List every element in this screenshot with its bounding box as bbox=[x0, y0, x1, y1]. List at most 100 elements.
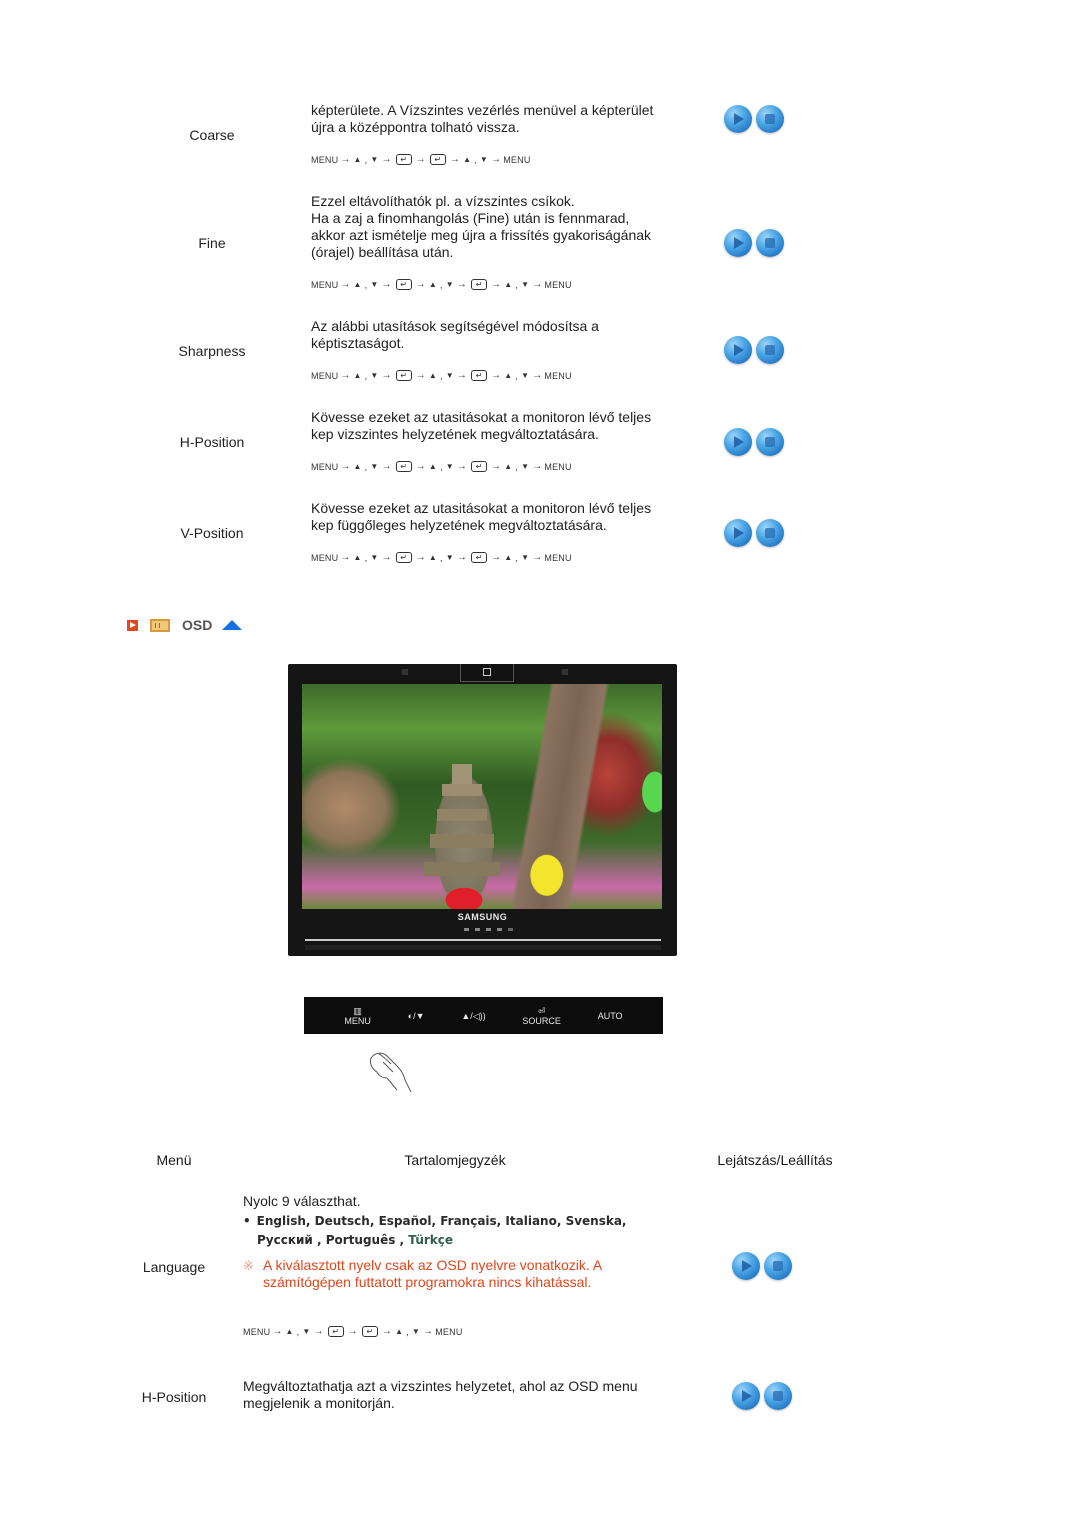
column-header-contents: Tartalomjegyzék bbox=[404, 1152, 506, 1168]
play-icon[interactable] bbox=[127, 619, 138, 631]
enter-key-icon: ↵ bbox=[429, 154, 446, 165]
monitor-illustration: SAMSUNG bbox=[288, 664, 677, 956]
stop-button[interactable] bbox=[756, 105, 784, 133]
control-panel: ▥ MENU ◐/▼ ▲/◁)) ⏎ SOURCE AUTO bbox=[304, 997, 663, 1034]
row-description-v-position: Kövesse ezeket az utasitásokat a monitor… bbox=[311, 500, 711, 534]
down-triangle-icon: ▼ bbox=[479, 155, 489, 164]
play-button[interactable] bbox=[724, 336, 752, 364]
menu-key-label: MENU bbox=[243, 1326, 271, 1337]
play-button[interactable] bbox=[724, 229, 752, 257]
stop-icon bbox=[773, 1391, 783, 1401]
arrow-right-icon: → bbox=[532, 370, 543, 381]
osd-icon bbox=[150, 618, 170, 632]
note-text: A kiválasztott nyelv csak az OSD nyelvre… bbox=[263, 1257, 602, 1291]
sensor-dot bbox=[562, 669, 568, 675]
up-volume-button[interactable]: ▲/◁)) bbox=[461, 1011, 485, 1021]
down-triangle-icon: ▼ bbox=[370, 553, 379, 562]
desc-line: kep vizszintes helyzetének megváltoztatá… bbox=[311, 426, 599, 442]
separator: , bbox=[364, 552, 368, 563]
stop-button[interactable] bbox=[756, 336, 784, 364]
arrow-right-icon: → bbox=[532, 552, 543, 563]
arrow-right-icon: → bbox=[381, 154, 392, 165]
play-button[interactable] bbox=[724, 428, 752, 456]
down-triangle-icon: ▼ bbox=[521, 462, 530, 471]
menu-key-label: MENU bbox=[311, 370, 339, 381]
camera-housing bbox=[460, 664, 514, 682]
arrow-right-icon: → bbox=[415, 154, 426, 165]
stop-button[interactable] bbox=[764, 1252, 792, 1280]
arrow-right-icon: → bbox=[415, 279, 426, 290]
up-arrow-icon[interactable] bbox=[222, 620, 243, 630]
auto-button[interactable]: AUTO bbox=[598, 1011, 623, 1021]
row-description-coarse: képterülete. A Vízszintes vezérlés menüv… bbox=[311, 102, 711, 136]
down-triangle-icon: ▼ bbox=[411, 1327, 421, 1336]
down-triangle-icon: ▼ bbox=[521, 280, 530, 289]
button-label: AUTO bbox=[597, 1010, 623, 1021]
row-description-osd-h-position: Megváltoztathatja azt a vizszintes helyz… bbox=[243, 1378, 693, 1412]
stop-icon bbox=[765, 114, 775, 124]
menu-button[interactable]: ▥ MENU bbox=[344, 1006, 371, 1026]
separator: , bbox=[515, 552, 519, 563]
stop-button[interactable] bbox=[756, 519, 784, 547]
arrow-right-icon: → bbox=[456, 279, 468, 290]
play-button[interactable] bbox=[732, 1382, 760, 1410]
stop-button[interactable] bbox=[764, 1382, 792, 1410]
language-intro: Nyolc 9 választhat. bbox=[243, 1193, 361, 1209]
desc-line: megjelenik a monitorján. bbox=[243, 1395, 395, 1411]
enter-key-icon: ↵ bbox=[361, 1326, 378, 1337]
menu-key-label: MENU bbox=[503, 154, 531, 165]
play-icon bbox=[734, 527, 744, 539]
down-triangle-icon: ▼ bbox=[370, 371, 379, 380]
play-button[interactable] bbox=[724, 519, 752, 547]
hand-pointer-icon bbox=[370, 1052, 412, 1093]
pagoda-top bbox=[452, 764, 472, 784]
row-label-coarse: Coarse bbox=[189, 127, 235, 143]
down-triangle-icon: ▼ bbox=[521, 371, 530, 380]
bullet: • bbox=[243, 1214, 251, 1228]
play-button[interactable] bbox=[732, 1252, 760, 1280]
control-dot bbox=[485, 928, 491, 931]
arrow-right-icon: → bbox=[491, 552, 502, 563]
play-icon bbox=[742, 1260, 752, 1272]
key-sequence: MENU → ▲, ▼ → ↵ → ▲, ▼ → ↵ → ▲, ▼ → MENU bbox=[311, 461, 572, 472]
play-icon bbox=[734, 344, 744, 356]
play-stop-buttons bbox=[724, 428, 784, 456]
menu-key-label: MENU bbox=[544, 461, 572, 472]
brand-logo: SAMSUNG bbox=[457, 912, 508, 922]
stop-button[interactable] bbox=[756, 428, 784, 456]
brightness-down-button[interactable]: ◐/▼ bbox=[408, 1011, 425, 1021]
menu-key-label: MENU bbox=[544, 552, 572, 563]
play-stop-buttons bbox=[732, 1382, 792, 1410]
separator: , bbox=[440, 461, 443, 472]
enter-key-icon: ↵ bbox=[395, 370, 412, 381]
play-icon bbox=[734, 113, 744, 125]
separator: , bbox=[515, 279, 519, 290]
control-dot bbox=[463, 928, 469, 931]
stop-button[interactable] bbox=[756, 229, 784, 257]
up-triangle-icon: ▲ bbox=[395, 1327, 404, 1336]
bezel-stripe bbox=[305, 939, 661, 941]
arrow-right-icon: → bbox=[340, 154, 351, 165]
control-dot bbox=[474, 928, 480, 931]
separator: , bbox=[440, 279, 443, 290]
pagoda-tier bbox=[424, 862, 500, 876]
up-triangle-icon: ▲ bbox=[353, 462, 362, 471]
button-label: MENU bbox=[344, 1015, 371, 1026]
arrow-right-icon: → bbox=[415, 552, 426, 563]
source-button[interactable]: ⏎ SOURCE bbox=[522, 1006, 561, 1026]
separator: , bbox=[364, 154, 368, 165]
pagoda-tier bbox=[437, 809, 487, 821]
up-triangle-icon: ▲ bbox=[353, 553, 362, 562]
desc-line: Az alábbi utasítások segítségével módosí… bbox=[311, 318, 599, 334]
separator: , bbox=[364, 461, 368, 472]
stop-icon bbox=[773, 1261, 783, 1271]
row-label-language: Language bbox=[142, 1259, 206, 1275]
language-list-line: Русский , Português , Türkçe bbox=[243, 1231, 627, 1250]
key-sequence: MENU → ▲, ▼ → ↵ → ▲, ▼ → ↵ → ▲, ▼ → MENU bbox=[311, 552, 572, 563]
note-icon: ※ bbox=[243, 1258, 254, 1273]
arrow-right-icon: → bbox=[340, 279, 351, 290]
desc-line: Ha a zaj a finomhangolás (Fine) után is … bbox=[311, 210, 630, 226]
menu-key-label: MENU bbox=[544, 279, 572, 290]
pagoda-tier bbox=[442, 784, 482, 796]
play-button[interactable] bbox=[724, 105, 752, 133]
